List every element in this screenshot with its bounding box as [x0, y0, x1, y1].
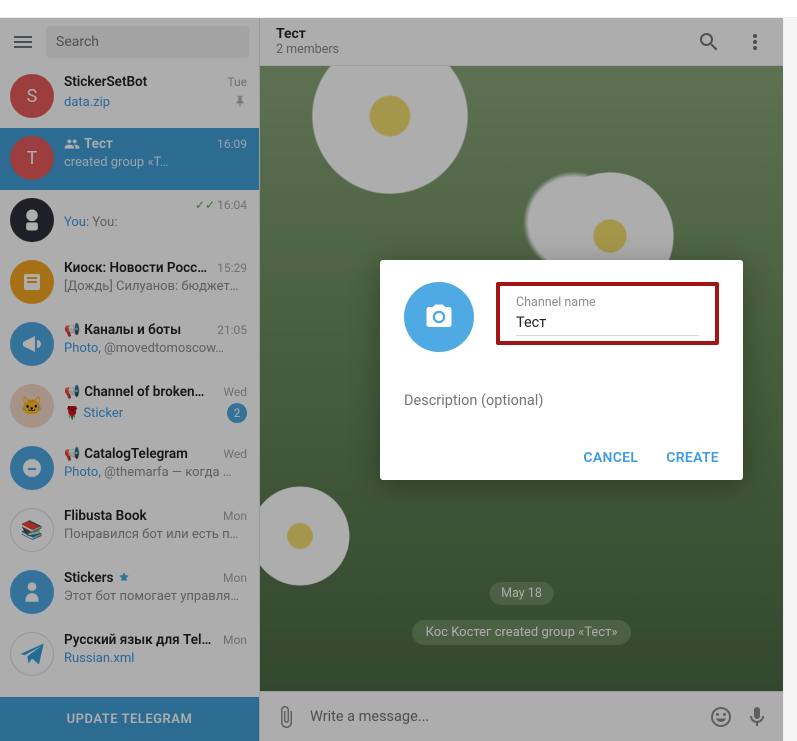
channel-name-highlight: Channel name [496, 282, 719, 345]
channel-description-input[interactable] [404, 392, 719, 410]
cancel-button[interactable]: CANCEL [583, 450, 638, 466]
channel-photo-button[interactable] [404, 282, 474, 352]
create-button[interactable]: CREATE [666, 450, 719, 466]
create-channel-dialog: Channel name CANCEL CREATE [380, 260, 743, 480]
channel-name-label: Channel name [516, 295, 699, 310]
scrollbar-track[interactable] [783, 18, 797, 741]
camera-icon [424, 302, 454, 332]
window-top-strip [0, 0, 797, 18]
channel-name-input[interactable] [516, 310, 699, 336]
